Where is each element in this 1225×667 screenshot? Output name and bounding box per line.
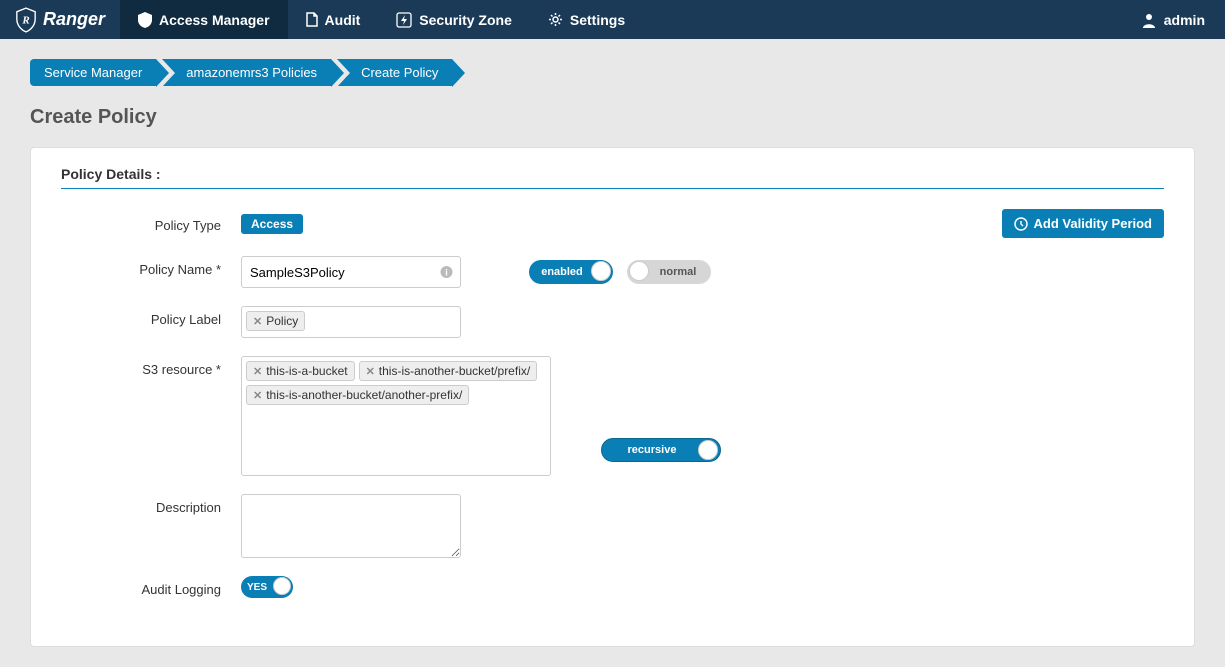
nav-access-manager[interactable]: Access Manager <box>120 0 288 39</box>
toggle-label: YES <box>241 582 267 593</box>
toggle-knob <box>591 261 611 281</box>
policy-name-input[interactable] <box>241 256 461 288</box>
policy-panel: Policy Details : Policy Type Access Add … <box>30 147 1195 647</box>
label-policy-label: Policy Label <box>61 306 241 327</box>
tag-remove-icon[interactable]: ✕ <box>366 365 375 378</box>
label-s3-resource: S3 resource * <box>61 356 241 377</box>
page-title: Create Policy <box>30 106 1195 129</box>
svg-text:R: R <box>21 14 29 26</box>
gear-icon <box>548 12 563 27</box>
policy-type-badge: Access <box>241 214 303 234</box>
user-name: admin <box>1164 12 1205 28</box>
brand-logo[interactable]: R Ranger <box>0 7 120 33</box>
top-navbar: R Ranger Access Manager Audit Security Z… <box>0 0 1225 39</box>
ranger-shield-icon: R <box>15 7 37 33</box>
tag-remove-icon[interactable]: ✕ <box>253 365 262 378</box>
policy-label-tag[interactable]: ✕Policy <box>246 311 305 331</box>
brand-name: Ranger <box>43 9 105 30</box>
nav-user[interactable]: admin <box>1121 12 1225 28</box>
nav-audit[interactable]: Audit <box>288 0 379 39</box>
clock-icon <box>1014 217 1028 231</box>
breadcrumb: Service Manager amazonemrs3 Policies Cre… <box>30 59 1195 86</box>
s3-resource-tag[interactable]: ✕this-is-another-bucket/another-prefix/ <box>246 385 469 405</box>
label-policy-name: Policy Name * <box>61 256 241 277</box>
svg-text:i: i <box>445 268 448 278</box>
policy-label-input[interactable]: ✕Policy <box>241 306 461 338</box>
description-textarea[interactable] <box>241 494 461 558</box>
nav-label: Access Manager <box>159 12 270 28</box>
toggle-knob <box>629 261 649 281</box>
label-description: Description <box>61 494 241 515</box>
section-title: Policy Details : <box>61 166 1164 189</box>
label-policy-type: Policy Type <box>61 215 241 233</box>
tag-remove-icon[interactable]: ✕ <box>253 389 262 402</box>
crumb-create-policy[interactable]: Create Policy <box>337 59 452 86</box>
shield-icon <box>138 12 152 28</box>
nav-settings[interactable]: Settings <box>530 0 643 39</box>
crumb-service-manager[interactable]: Service Manager <box>30 59 156 86</box>
label-audit-logging: Audit Logging <box>61 576 241 597</box>
bolt-icon <box>396 12 412 28</box>
file-icon <box>306 12 318 27</box>
button-label: Add Validity Period <box>1034 216 1152 231</box>
s3-resource-tag[interactable]: ✕this-is-another-bucket/prefix/ <box>359 361 538 381</box>
override-toggle[interactable]: normal <box>627 260 711 284</box>
user-icon <box>1141 12 1157 28</box>
toggle-knob <box>273 577 291 595</box>
recursive-toggle[interactable]: recursive <box>601 438 721 462</box>
s3-resource-input[interactable]: ✕this-is-a-bucket ✕this-is-another-bucke… <box>241 356 551 476</box>
audit-logging-toggle[interactable]: YES <box>241 576 293 598</box>
info-icon[interactable]: i <box>440 266 453 279</box>
add-validity-period-button[interactable]: Add Validity Period <box>1002 209 1164 238</box>
s3-resource-tag[interactable]: ✕this-is-a-bucket <box>246 361 355 381</box>
nav-label: Audit <box>325 12 361 28</box>
tag-remove-icon[interactable]: ✕ <box>253 315 262 328</box>
nav-security-zone[interactable]: Security Zone <box>378 0 530 39</box>
nav-label: Settings <box>570 12 625 28</box>
toggle-knob <box>698 440 718 460</box>
enabled-toggle[interactable]: enabled <box>529 260 613 284</box>
nav-label: Security Zone <box>419 12 512 28</box>
crumb-policies[interactable]: amazonemrs3 Policies <box>162 59 331 86</box>
